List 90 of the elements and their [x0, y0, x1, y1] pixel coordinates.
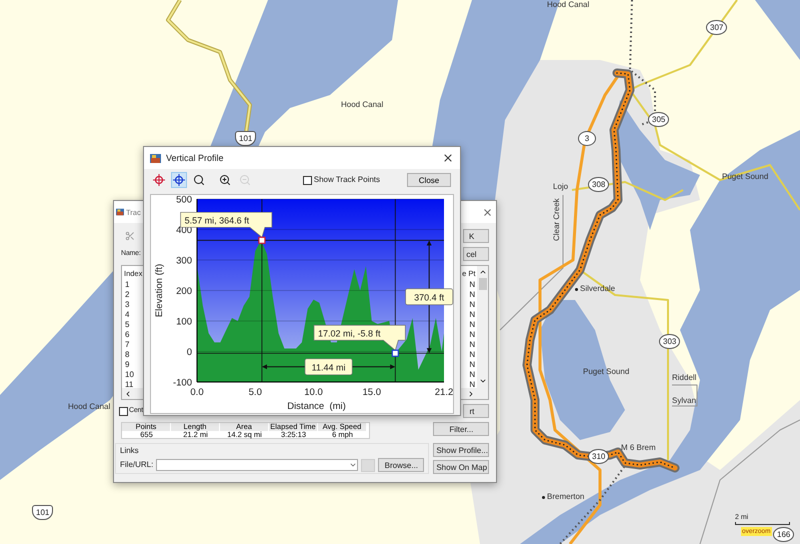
app-icon	[150, 152, 161, 164]
field-label: File/URL:	[120, 460, 154, 470]
scroll-left-icon[interactable]	[124, 390, 132, 398]
y-tick-label: 100	[176, 316, 192, 328]
table-cell-text: N	[468, 360, 476, 370]
road-label: Clear Creek	[552, 198, 562, 241]
table-cell-text: N	[468, 370, 476, 380]
y-tick-label: -100	[172, 378, 192, 388]
group-title: Links	[120, 446, 140, 456]
x-tick-label: 0.0	[190, 387, 204, 398]
x-tick-label: 5.0	[248, 387, 262, 398]
table-cell-text: N	[468, 380, 476, 390]
checkbox[interactable]	[302, 176, 312, 184]
table-cell-text: 6	[124, 330, 130, 340]
scroll-down-icon[interactable]	[478, 377, 487, 385]
scroll-up-icon[interactable]	[478, 268, 487, 276]
dropdown-icon[interactable]	[349, 461, 358, 469]
window-title: Vertical Profile	[166, 153, 224, 163]
town-dot-icon	[542, 496, 545, 498]
dialog-button[interactable]: cel	[463, 247, 490, 261]
x-tick-label: 10.0	[304, 387, 323, 398]
x-axis-title: Distance (mi)	[287, 401, 346, 411]
road-label: Riddell	[672, 373, 696, 383]
table-cell-text: 2	[124, 290, 130, 300]
route-shield: 101	[235, 131, 256, 146]
table-cell-text: N	[468, 320, 476, 330]
magnifier-icon	[193, 174, 205, 186]
y-axis-title: Elevation (ft)	[154, 264, 165, 318]
water-label: Puget Sound	[583, 367, 630, 377]
y-tick-label: 300	[176, 256, 192, 266]
crosshair-icon	[153, 174, 165, 186]
close-icon[interactable]	[482, 206, 493, 218]
scale-bar	[735, 522, 790, 525]
annotation: 11.44 mi	[312, 362, 346, 372]
tool-button[interactable]	[217, 172, 233, 188]
zoom-out-icon	[239, 174, 251, 186]
y-tick-label: 500	[176, 195, 192, 206]
dialog-button[interactable]: rt	[463, 404, 490, 418]
route-shield: 101	[32, 505, 54, 520]
table-cell-text: 3	[124, 300, 130, 310]
close-button[interactable]: Close	[407, 173, 451, 187]
table-cell-text: 4	[124, 310, 130, 320]
table-cell-text: 9	[124, 360, 130, 370]
table-cell-text: 10	[124, 370, 135, 380]
road-label: Sylvan	[672, 396, 696, 406]
water-label: Hood Canal	[341, 100, 384, 110]
table-cell-text: N	[468, 310, 476, 320]
zoom-in-icon	[219, 174, 231, 186]
table-cell-text: 8	[124, 350, 130, 360]
table-cell-text: 5	[124, 320, 130, 330]
distance-label: 11.44 mi	[304, 358, 353, 376]
x-tick-label: 21.2	[434, 387, 454, 398]
table-cell-text: 7	[124, 340, 130, 350]
x-tick-label: 15.0	[362, 387, 382, 398]
checkbox-label: Show Track Points	[314, 175, 380, 185]
checkbox[interactable]	[119, 406, 128, 416]
poi-label: M 6 Brem	[621, 443, 656, 453]
point-marker[interactable]	[392, 350, 399, 357]
table-cell-text: N	[468, 330, 476, 340]
town-label: Bremerton	[547, 492, 584, 502]
dialog-button[interactable]: K	[463, 229, 490, 243]
close-icon[interactable]	[442, 152, 454, 164]
table-cell-text: N	[468, 340, 476, 350]
url-field[interactable]	[156, 459, 358, 471]
app-icon	[116, 208, 124, 216]
dialog-button[interactable]: Show On Map	[433, 460, 490, 474]
dialog-button[interactable]: Filter...	[433, 422, 490, 436]
table-cell-text: N	[468, 280, 476, 290]
table-cell-text: N	[468, 300, 476, 310]
tool-button[interactable]	[171, 172, 187, 188]
annotation: 17.02 mi, -5.8 ft	[318, 328, 382, 338]
town-dot-icon	[575, 288, 578, 290]
table-cell-text: 11	[124, 380, 134, 390]
tool-button[interactable]	[191, 172, 207, 188]
callout: 17.02 mi, -5.8 ft	[314, 324, 406, 351]
point-marker[interactable]	[258, 236, 266, 244]
y-tick-label: 200	[176, 286, 192, 297]
dialog-button[interactable]: Show Profile...	[433, 443, 490, 457]
scroll-thumb[interactable]	[478, 278, 487, 290]
height-label: 370.4 ft	[405, 288, 454, 306]
annotation: 5.57 mi, 364.6 ft	[184, 215, 250, 226]
crosshair-icon	[173, 174, 185, 186]
y-tick-label: 0	[186, 347, 192, 358]
browse-button[interactable]: Browse...	[378, 458, 424, 472]
table-cell-text: 1	[124, 280, 130, 290]
scrollbar[interactable]	[477, 266, 488, 399]
table-cell-text: N	[468, 290, 476, 300]
road-label: Lojo	[553, 182, 568, 192]
table-cell-text: N	[468, 350, 476, 360]
annotation: 370.4 ft	[414, 292, 445, 302]
